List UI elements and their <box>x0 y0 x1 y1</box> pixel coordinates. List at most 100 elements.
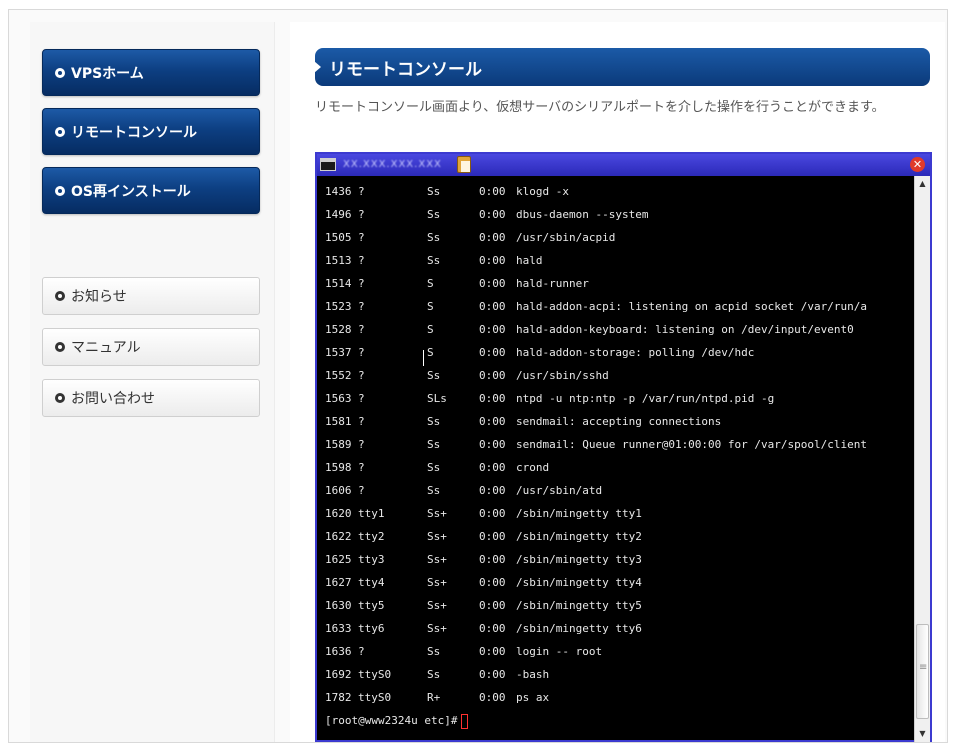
process-command: login -- root <box>516 645 603 658</box>
process-tty: ? <box>358 254 365 267</box>
bullet-icon <box>55 67 65 78</box>
process-pid: 1636 <box>325 645 352 658</box>
process-command: sendmail: Queue runner@01:00:00 for /var… <box>516 438 867 451</box>
process-row: 1606? Ss 0:00/usr/sbin/atd <box>325 479 914 502</box>
process-time: 0:00 <box>479 668 506 681</box>
process-pid: 1552 <box>325 369 352 382</box>
process-tty: ? <box>358 645 365 658</box>
process-time: 0:00 <box>479 691 506 704</box>
scroll-thumb[interactable] <box>916 624 929 719</box>
process-time: 0:00 <box>479 530 506 543</box>
terminal-cursor <box>461 713 469 729</box>
shell-prompt-line[interactable]: [root@www2324u etc]# <box>325 709 914 732</box>
process-command: /sbin/mingetty tty5 <box>516 599 642 612</box>
process-stat: S <box>427 346 434 359</box>
process-row: 1496? Ss 0:00 dbus-daemon --system <box>325 203 914 226</box>
process-command: hald-addon-acpi: listening on acpid sock… <box>516 300 867 313</box>
scroll-up-icon[interactable]: ▲ <box>915 176 930 192</box>
process-row: 1513? Ss 0:00 hald <box>325 249 914 272</box>
process-pid: 1620 <box>325 507 352 520</box>
process-row: 1563? SLs 0:00 ntpd -u ntp:ntp -p /var/run/… <box>325 387 914 410</box>
process-row: 1620 tty1 Ss+ 0:00/sbin/mingetty tty1 <box>325 502 914 525</box>
process-row: 1523? S 0:00 hald-addon-acpi: listening on … <box>325 295 914 318</box>
process-pid: 1581 <box>325 415 352 428</box>
process-command: hald-addon-storage: polling /dev/hdc <box>516 346 755 359</box>
nav-label: VPSホーム <box>71 65 144 82</box>
process-time: 0:00 <box>479 622 506 635</box>
page-description: リモートコンソール画面より、仮想サーバのシリアルポートを介した操作を行うことがで… <box>315 100 885 115</box>
process-tty: ? <box>358 392 365 405</box>
process-command: /usr/sbin/acpid <box>516 231 616 244</box>
process-time: 0:00 <box>479 277 506 290</box>
process-time: 0:00 <box>479 599 506 612</box>
process-row: 1581? Ss 0:00 sendmail: accepting connectio… <box>325 410 914 433</box>
process-time: 0:00 <box>479 484 506 497</box>
process-pid: 1505 <box>325 231 352 244</box>
process-row: 1505? Ss 0:00/usr/sbin/acpid <box>325 226 914 249</box>
process-command: /usr/sbin/atd <box>516 484 603 497</box>
nav-os-reinstall-button[interactable]: OS再インストール <box>42 167 260 214</box>
nav-vps-home-button[interactable]: VPSホーム <box>42 49 260 96</box>
link-label: マニュアル <box>71 340 141 356</box>
process-pid: 1563 <box>325 392 352 405</box>
process-time: 0:00 <box>479 208 506 221</box>
process-time: 0:00 <box>479 645 506 658</box>
terminal-output[interactable]: 1436? Ss 0:00 klogd -x 1496? Ss 0:00 dbus-daemo… <box>317 176 914 740</box>
close-icon[interactable]: ✕ <box>910 157 925 172</box>
process-stat: Ss <box>427 208 441 221</box>
nav-remote-console-button[interactable]: リモートコンソール <box>42 108 260 155</box>
process-tty: ? <box>358 323 365 336</box>
process-stat: S <box>427 277 434 290</box>
process-time: 0:00 <box>479 461 506 474</box>
process-command: /sbin/mingetty tty6 <box>516 622 642 635</box>
remote-console-window[interactable]: XX.XXX.XXX.XXX ✕ 1436? Ss 0:00 klogd -x 1496… <box>315 152 932 742</box>
process-time: 0:00 <box>479 346 506 359</box>
bullet-icon <box>55 126 65 137</box>
console-host-title: XX.XXX.XXX.XXX <box>343 159 442 170</box>
process-stat: Ss+ <box>427 576 447 589</box>
process-tty: tty4 <box>358 576 385 589</box>
link-contact-button[interactable]: お問い合わせ <box>42 379 260 417</box>
link-news-button[interactable]: お知らせ <box>42 277 260 315</box>
process-time: 0:00 <box>479 576 506 589</box>
process-stat: S <box>427 323 434 336</box>
process-stat: Ss+ <box>427 599 447 612</box>
process-tty: ? <box>358 438 365 451</box>
process-stat: R+ <box>427 691 441 704</box>
process-pid: 1436 <box>325 185 352 198</box>
clipboard-icon[interactable] <box>457 156 471 173</box>
process-time: 0:00 <box>479 254 506 267</box>
process-stat: Ss <box>427 369 441 382</box>
process-tty: tty1 <box>358 507 385 520</box>
process-command: /sbin/mingetty tty3 <box>516 553 642 566</box>
bullet-icon <box>55 342 65 352</box>
scroll-down-icon[interactable]: ▼ <box>915 726 930 742</box>
process-row: 1622 tty2 Ss+ 0:00/sbin/mingetty tty2 <box>325 525 914 548</box>
process-stat: Ss <box>427 185 441 198</box>
process-command: /usr/sbin/sshd <box>516 369 609 382</box>
process-pid: 1630 <box>325 599 352 612</box>
process-row: 1436? Ss 0:00 klogd -x <box>325 180 914 203</box>
process-pid: 1625 <box>325 553 352 566</box>
process-tty: tty5 <box>358 599 385 612</box>
process-tty: ? <box>358 346 365 359</box>
sidebar: VPSホーム リモートコンソール OS再インストール お知らせ マニュアル お問… <box>30 22 275 742</box>
process-tty: ? <box>358 461 365 474</box>
process-row: 1692 ttyS0 Ss 0:00 -bash <box>325 663 914 686</box>
process-pid: 1598 <box>325 461 352 474</box>
process-pid: 1692 <box>325 668 352 681</box>
process-command: hald-runner <box>516 277 589 290</box>
process-pid: 1622 <box>325 530 352 543</box>
link-label: お問い合わせ <box>71 391 155 407</box>
process-command: dbus-daemon --system <box>516 208 649 221</box>
process-row: 1627 tty4 Ss+ 0:00/sbin/mingetty tty4 <box>325 571 914 594</box>
process-time: 0:00 <box>479 553 506 566</box>
nav-label: リモートコンソール <box>71 124 197 141</box>
console-scrollbar[interactable]: ▲ ▼ <box>914 176 930 742</box>
link-manual-button[interactable]: マニュアル <box>42 328 260 366</box>
process-command: /sbin/mingetty tty4 <box>516 576 642 589</box>
process-pid: 1589 <box>325 438 352 451</box>
console-titlebar: XX.XXX.XXX.XXX ✕ <box>317 154 930 176</box>
process-stat: Ss+ <box>427 507 447 520</box>
process-row: 1589? Ss 0:00 sendmail: Queue runner@01:00:… <box>325 433 914 456</box>
